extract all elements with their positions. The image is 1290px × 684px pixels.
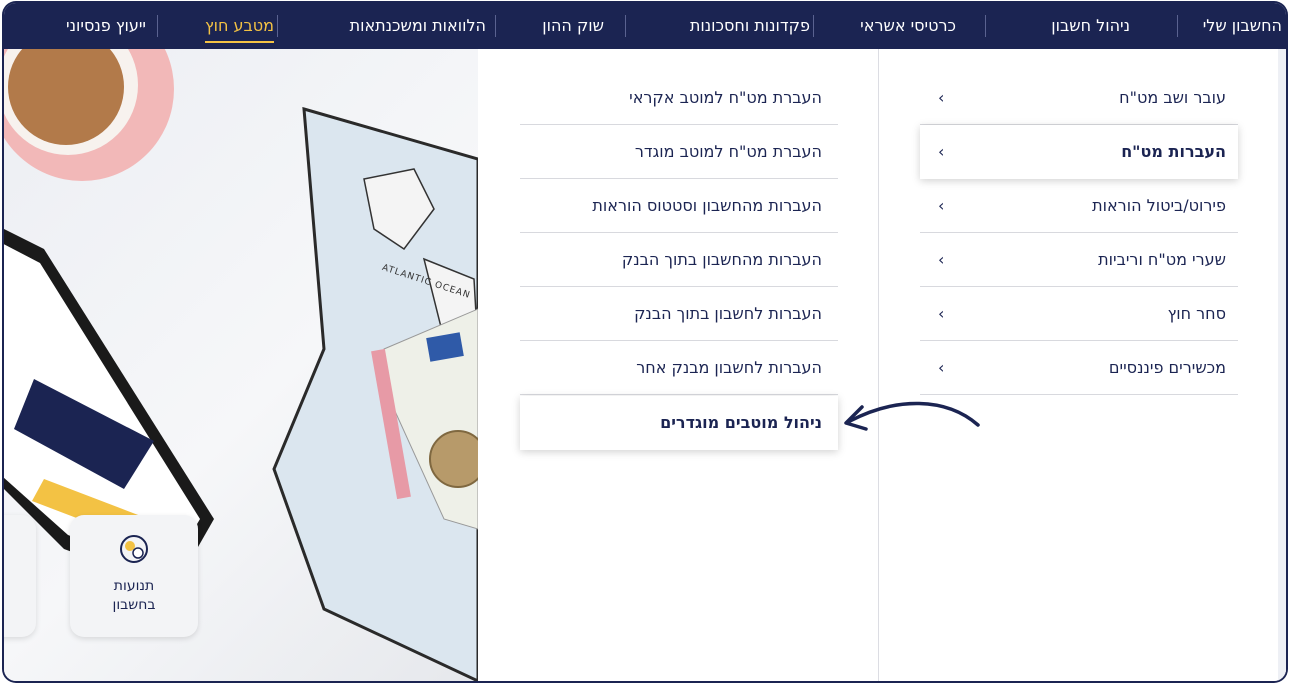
nav-divider: [1177, 15, 1178, 37]
chevron-left-icon: ‹: [938, 142, 945, 161]
menu-item-label: סחר חוץ: [1167, 304, 1226, 323]
nav-item-deposits-savings[interactable]: פקדונות וחסכונות: [690, 3, 810, 49]
menu-item-fx-current-account[interactable]: עובר ושב מט"ח ‹: [920, 71, 1238, 125]
chevron-left-icon: ‹: [938, 304, 945, 323]
submenu-item-label: ניהול מוטבים מוגדרים: [660, 413, 822, 432]
tile-partial[interactable]: [4, 515, 36, 637]
nav-divider: [495, 15, 496, 37]
chevron-left-icon: ‹: [938, 250, 945, 269]
nav-item-credit-cards[interactable]: כרטיסי אשראי: [860, 3, 956, 49]
tile-label-line2: בחשבון: [112, 597, 156, 613]
menu-item-financial-instruments[interactable]: מכשירים פיננסיים ‹: [920, 341, 1238, 395]
menu-item-fx-transfers[interactable]: העברות מט"ח ‹: [920, 125, 1238, 179]
nav-item-account-management[interactable]: ניהול חשבון: [1051, 3, 1130, 49]
nav-divider: [985, 15, 986, 37]
coin-icon: [120, 535, 148, 563]
submenu-item-transfers-status[interactable]: העברות מהחשבון וסטטוס הוראות: [520, 179, 838, 233]
arrow-annotation-icon: [844, 401, 980, 431]
nav-divider: [813, 15, 814, 37]
nav-divider: [157, 15, 158, 37]
tile-account-transactions[interactable]: תנועות בחשבון: [70, 515, 198, 637]
submenu-item-from-other-bank[interactable]: העברות לחשבון מבנק אחר: [520, 341, 838, 395]
submenu-item-defined-beneficiary[interactable]: העברת מט"ח למוטב מוגדר: [520, 125, 838, 179]
menu-item-foreign-trade[interactable]: סחר חוץ ‹: [920, 287, 1238, 341]
submenu-item-label: העברות מהחשבון בתוך הבנק: [621, 250, 822, 269]
menu-item-label: העברות מט"ח: [1121, 142, 1226, 161]
nav-item-pension-advice[interactable]: ייעוץ פנסיוני: [66, 3, 146, 49]
menu-item-label: פירוט/ביטול הוראות: [1092, 196, 1226, 215]
underlying-page-edge: [1278, 49, 1286, 681]
menu-column-divider: [878, 49, 879, 681]
chevron-left-icon: ‹: [938, 196, 945, 215]
submenu-item-manage-beneficiaries[interactable]: ניהול מוטבים מוגדרים: [520, 396, 838, 450]
submenu-item-label: העברת מט"ח למוטב מוגדר: [634, 142, 822, 161]
submenu-item-label: העברות מהחשבון וסטטוס הוראות: [592, 196, 822, 215]
nav-item-foreign-currency[interactable]: מטבע חוץ: [204, 3, 275, 49]
menu-item-label: עובר ושב מט"ח: [1119, 88, 1226, 107]
nav-item-loans-mortgages[interactable]: הלוואות ומשכנתאות: [350, 3, 486, 49]
menu-item-label: שערי מט"ח וריביות: [1098, 250, 1226, 269]
chevron-left-icon: ‹: [938, 88, 945, 107]
submenu-item-label: העברות לחשבון בתוך הבנק: [634, 304, 822, 323]
menu-item-fx-rates[interactable]: שערי מט"ח וריביות ‹: [920, 233, 1238, 287]
submenu-item-label: העברות לחשבון מבנק אחר: [636, 358, 822, 377]
menu-item-label: מכשירים פיננסיים: [1108, 358, 1226, 377]
tile-label-line1: תנועות: [113, 578, 155, 594]
nav-item-my-account[interactable]: החשבון שלי: [1203, 3, 1282, 49]
app-window: החשבון שלי ניהול חשבון כרטיסי אשראי פקדו…: [4, 3, 1286, 681]
submenu-item-from-account-in-bank[interactable]: העברות מהחשבון בתוך הבנק: [520, 233, 838, 287]
submenu-item-label: העברת מט"ח למוטב אקראי: [629, 88, 822, 107]
menu-item-orders-details[interactable]: פירוט/ביטול הוראות ‹: [920, 179, 1238, 233]
nav-item-capital-market[interactable]: שוק ההון: [542, 3, 604, 49]
nav-divider: [277, 15, 278, 37]
submenu-item-random-beneficiary[interactable]: העברת מט"ח למוטב אקראי: [520, 71, 838, 125]
top-navigation: החשבון שלי ניהול חשבון כרטיסי אשראי פקדו…: [4, 3, 1286, 49]
euro-coin: [429, 430, 478, 488]
chevron-left-icon: ‹: [938, 358, 945, 377]
background-photo: ATLANTIC OCEAN תנועות בחשבון: [4, 49, 478, 681]
submenu-item-to-account-in-bank[interactable]: העברות לחשבון בתוך הבנק: [520, 287, 838, 341]
nav-divider: [625, 15, 626, 37]
